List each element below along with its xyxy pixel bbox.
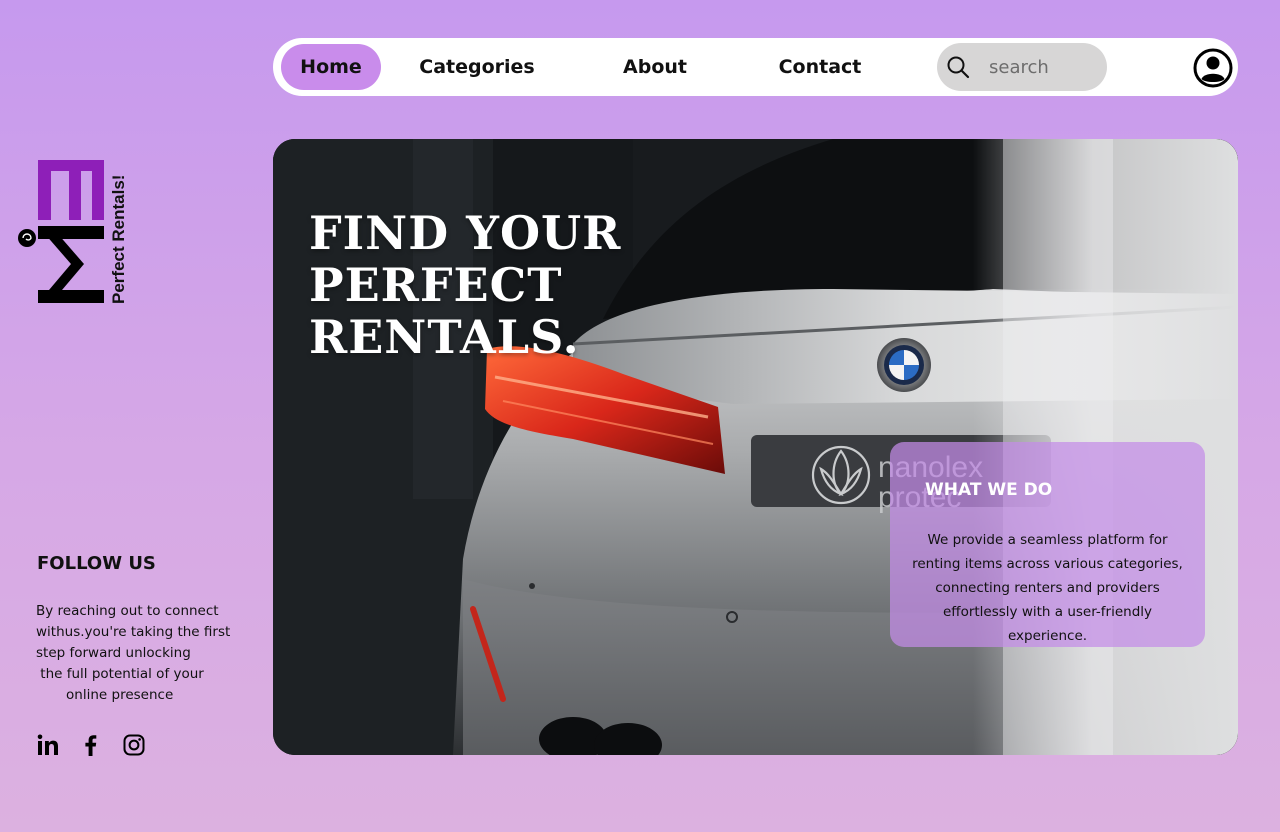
search-icon[interactable] <box>946 55 970 79</box>
nav-categories[interactable]: Categories <box>413 44 541 90</box>
what-we-do-card: WHAT WE DO We provide a seamless platfor… <box>890 442 1205 647</box>
search-box[interactable] <box>937 43 1107 91</box>
brand-tagline: Perfect Rentals! <box>109 175 128 304</box>
top-nav: Home Categories About Contact <box>273 38 1238 96</box>
linkedin-icon[interactable] <box>36 733 60 757</box>
hero-title-line: FIND YOUR <box>309 206 622 260</box>
logo-letter-e <box>38 160 104 220</box>
hero-banner: nanolex protec FIND YOUR PERFECT RENTALS… <box>273 139 1238 755</box>
follow-description: By reaching out to connect withus.you're… <box>36 603 231 703</box>
brand-logo[interactable]: Perfect Rentals! <box>14 156 134 308</box>
search-input[interactable] <box>989 49 1097 85</box>
nav-home[interactable]: Home <box>281 44 381 90</box>
nav-contact[interactable]: Contact <box>773 44 867 90</box>
hero-title: FIND YOUR PERFECT RENTALS. <box>309 207 669 363</box>
instagram-icon[interactable] <box>122 733 146 757</box>
what-we-do-title: WHAT WE DO <box>925 480 1053 500</box>
facebook-icon[interactable] <box>79 733 103 757</box>
hero-title-line: PERFECT <box>309 258 563 312</box>
user-circle-icon[interactable] <box>1193 48 1233 88</box>
logo-letter-m <box>38 226 104 303</box>
what-we-do-body: We provide a seamless platform for renti… <box>912 532 1183 644</box>
car-badge-icon <box>877 338 931 392</box>
follow-title: FOLLOW US <box>37 553 156 574</box>
nav-about[interactable]: About <box>613 44 697 90</box>
hero-title-line: RENTALS. <box>309 310 580 364</box>
logo-swirl-icon <box>18 229 36 247</box>
